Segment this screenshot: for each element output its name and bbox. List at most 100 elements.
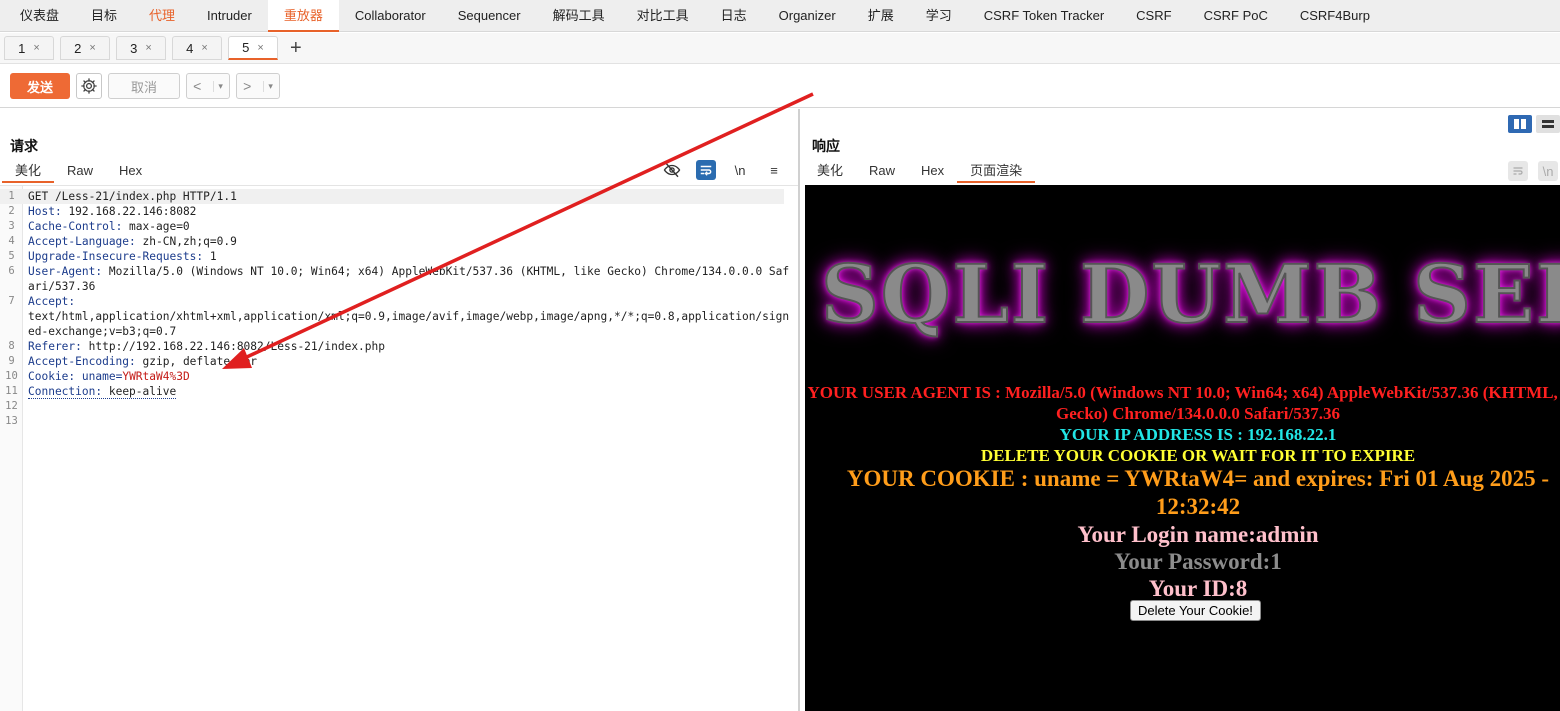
menu-tab-11[interactable]: 扩展 <box>852 0 910 32</box>
repeater-tab-label: 3 <box>130 40 138 56</box>
wrap-lines-icon <box>700 165 712 176</box>
chevron-down-icon[interactable]: ▾ <box>213 80 223 92</box>
line-text: Accept: text/html,application/xhtml+xml,… <box>23 294 790 339</box>
menu-tab-0[interactable]: 仪表盘 <box>4 0 75 32</box>
chevron-left-icon: < <box>193 78 202 94</box>
repeater-tab-label: 1 <box>18 40 26 56</box>
menu-tab-14[interactable]: CSRF <box>1120 0 1187 32</box>
rows-icon <box>1542 120 1554 128</box>
history-back-button[interactable]: < ▾ <box>186 73 230 99</box>
header-separator: : <box>129 235 143 248</box>
menu-tab-8[interactable]: 对比工具 <box>621 0 705 32</box>
header-entry: Cookie: uname=YWRtaW4%3D <box>28 370 190 383</box>
request-code[interactable]: 1 GET /Less-21/index.php HTTP/1.1 2 Host: 1… <box>0 189 790 429</box>
code-line: 7 Accept: text/html,application/xhtml+xml… <box>0 294 790 339</box>
line-number: 13 <box>5 415 18 427</box>
request-view-tab-1[interactable]: Raw <box>54 159 106 183</box>
show-newlines-button[interactable]: \n <box>730 160 750 180</box>
wrap-lines-icon <box>1513 167 1523 175</box>
header-value: keep-alive <box>108 385 177 398</box>
header-value: 192.168.22.146:8082 <box>68 205 197 218</box>
word-wrap-toggle[interactable] <box>696 160 716 180</box>
repeater-tab-3[interactable]: 3 × <box>116 36 166 60</box>
header-entry: Cache-Control: max-age=0 <box>28 220 190 233</box>
request-title: 请求 <box>10 138 38 154</box>
response-view-tab-0[interactable]: 美化 <box>804 159 856 183</box>
header-separator: : <box>115 220 130 233</box>
close-icon[interactable]: × <box>257 42 263 54</box>
response-view-tabs: 美化 Raw Hex 页面渲染 <box>804 159 1036 183</box>
send-button[interactable]: 发送 <box>10 73 70 99</box>
code-line: 13 <box>0 414 790 429</box>
close-icon[interactable]: × <box>33 42 39 54</box>
delete-cookie-button[interactable]: Delete Your Cookie! <box>1130 600 1261 621</box>
line-text: Connection: keep-alive <box>23 384 177 399</box>
request-view-tab-0[interactable]: 美化 <box>2 159 55 183</box>
close-icon[interactable]: × <box>89 42 95 54</box>
header-entry: Accept-Encoding: gzip, deflate, br <box>28 355 257 368</box>
line-number: 4 <box>8 235 15 247</box>
menu-tab-13[interactable]: CSRF Token Tracker <box>968 0 1120 32</box>
request-view-tab-2[interactable]: Hex <box>106 159 155 183</box>
request-editor[interactable]: 1 GET /Less-21/index.php HTTP/1.1 2 Host: 1… <box>0 185 798 711</box>
eye-off-icon <box>663 162 681 178</box>
menu-tab-3[interactable]: Intruder <box>191 0 268 32</box>
password-text: Your Password:1 <box>1114 549 1282 574</box>
menu-tab-16[interactable]: CSRF4Burp <box>1284 0 1386 32</box>
menu-tab-5[interactable]: Collaborator <box>339 0 442 32</box>
code-line: 3 Cache-Control: max-age=0 <box>0 219 790 234</box>
header-value: gzip, deflate, br <box>142 355 258 368</box>
line-number: 7 <box>8 295 15 307</box>
menu-tab-10[interactable]: Organizer <box>763 0 852 32</box>
menu-tab-2[interactable]: 代理 <box>133 0 191 32</box>
hide-nonprintable-button[interactable] <box>662 160 682 180</box>
menu-tab-9[interactable]: 日志 <box>705 0 763 32</box>
header-value: zh-CN,zh;q=0.9 <box>142 235 237 248</box>
chevron-down-icon[interactable]: ▾ <box>263 80 273 92</box>
response-view-tab-3[interactable]: 页面渲染 <box>957 159 1036 183</box>
cancel-button[interactable]: 取消 <box>108 73 180 99</box>
code-line: 6 User-Agent: Mozilla/5.0 (Windows NT 10.… <box>0 264 790 294</box>
response-view-tab-1[interactable]: Raw <box>856 159 908 183</box>
menu-tab-12[interactable]: 学习 <box>910 0 968 32</box>
code-line: 12 <box>0 399 790 414</box>
menu-tab-4[interactable]: 重放器 <box>267 0 339 32</box>
editor-menu-button[interactable]: ≡ <box>764 160 784 180</box>
menu-tab-1[interactable]: 目标 <box>75 0 133 32</box>
repeater-tab-5[interactable]: 5 × <box>228 36 278 60</box>
header-value: text/html,application/xhtml+xml,applicat… <box>28 310 790 338</box>
menu-tab-15[interactable]: CSRF PoC <box>1188 0 1284 32</box>
split-horizontal-button[interactable] <box>1508 115 1532 133</box>
word-wrap-toggle-disabled[interactable] <box>1508 161 1528 181</box>
header-name: Referer <box>28 340 76 353</box>
line-number: 3 <box>8 220 15 232</box>
line-number: 11 <box>5 385 18 397</box>
repeater-tab-4[interactable]: 4 × <box>172 36 222 60</box>
repeater-tab-1[interactable]: 1 × <box>4 36 54 60</box>
line-text <box>23 399 28 414</box>
header-entry: Accept: text/html,application/xhtml+xml,… <box>28 295 789 338</box>
menu-tab-6[interactable]: Sequencer <box>442 0 537 32</box>
repeater-toolbar: 发送 取消 < ▾ > ▾ <box>0 65 1560 108</box>
chevron-right-icon: > <box>243 78 252 94</box>
add-tab-button[interactable]: + <box>290 36 302 60</box>
code-line: 8 Referer: http://192.168.22.146:8082/Les… <box>0 339 790 354</box>
header-name: Accept-Language <box>28 235 130 248</box>
response-view-tab-2[interactable]: Hex <box>908 159 957 183</box>
line-number: 1 <box>8 190 15 202</box>
code-line: 4 Accept-Language: zh-CN,zh;q=0.9 <box>0 234 790 249</box>
repeater-tab-2[interactable]: 2 × <box>60 36 110 60</box>
code-line: 11 Connection: keep-alive <box>0 384 790 399</box>
user-id-text: Your ID:8 <box>1148 576 1248 601</box>
show-newlines-button-disabled[interactable]: \n <box>1538 161 1558 181</box>
code-line: 1 GET /Less-21/index.php HTTP/1.1 <box>0 189 784 204</box>
close-icon[interactable]: × <box>201 42 207 54</box>
settings-button[interactable] <box>76 73 102 99</box>
header-value: uname= <box>81 370 123 383</box>
header-name: Connection <box>28 385 96 398</box>
split-vertical-button[interactable] <box>1536 115 1560 133</box>
response-panel: 响应 美化RawHex页面渲染 \n SQLI DUMB SERIES-21 Y… <box>801 109 1560 711</box>
menu-tab-7[interactable]: 解码工具 <box>537 0 621 32</box>
close-icon[interactable]: × <box>145 42 151 54</box>
history-forward-button[interactable]: > ▾ <box>236 73 280 99</box>
